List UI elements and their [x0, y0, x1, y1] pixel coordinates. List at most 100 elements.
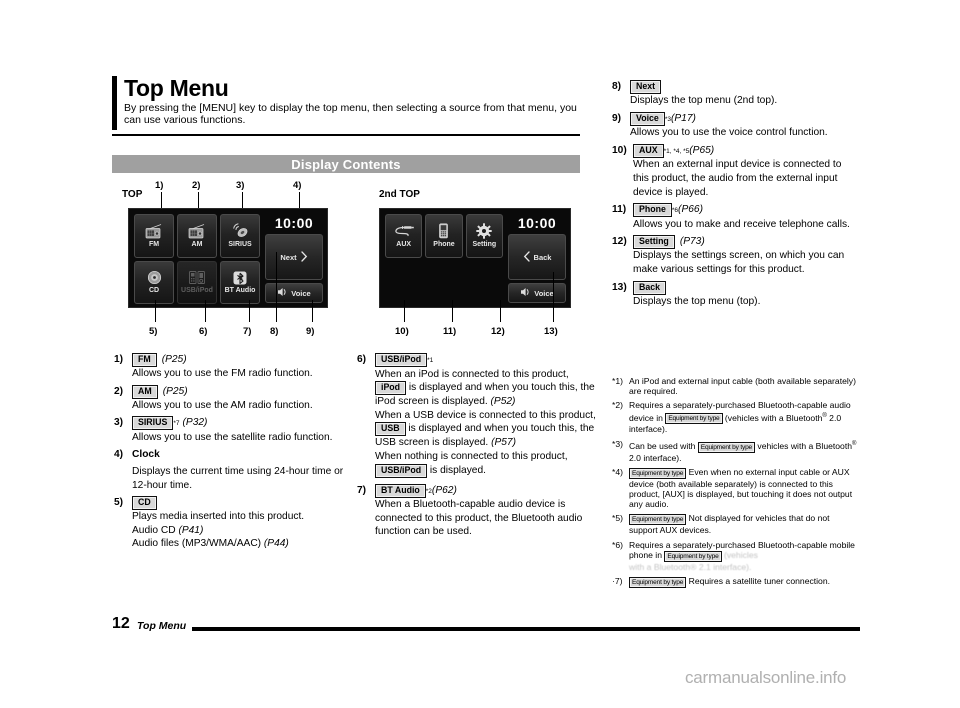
footnote-text: Can be used with Equipment by type vehic…: [629, 439, 860, 463]
gear-icon: [476, 223, 493, 240]
tile-label: Setting: [472, 240, 497, 248]
key-next: Next: [630, 80, 662, 94]
text-run: (vehicles with a Bluetooth: [722, 412, 823, 423]
text-run: Can be used with: [629, 440, 698, 451]
aux-plug-icon: [393, 223, 415, 240]
disc-icon: [146, 269, 163, 286]
next-button-label: Next: [280, 252, 297, 262]
title-divider: [112, 134, 580, 136]
item-number: 13): [612, 281, 627, 293]
item-number: 10): [612, 144, 627, 156]
top-tile-grid: FM AM SIRIUS CD USB/iPod BT Audio: [129, 209, 263, 307]
footnote-item: *5) Equipment by type Not displayed for v…: [612, 513, 860, 535]
key-phone: Phone: [633, 203, 672, 218]
tile-label: SIRIUS: [228, 240, 252, 248]
leader-line-8: [276, 252, 277, 322]
item-number: 6): [357, 354, 367, 365]
callout-9: 9): [306, 326, 315, 337]
key-setting: Setting: [633, 235, 675, 250]
back-button[interactable]: Back: [508, 234, 566, 280]
item-description: Plays media inserted into this product.: [132, 511, 305, 523]
page-title: Top Menu: [124, 75, 229, 101]
head-unit-screen-top: FM AM SIRIUS CD USB/iPod BT Audio 10:00 …: [128, 208, 328, 308]
top-side-panel: 10:00 Next Voice: [263, 209, 327, 307]
voice-button[interactable]: Voice: [265, 283, 323, 303]
description-column-1: 1) FM (P25) Allows you to use the FM rad…: [114, 353, 346, 555]
tile-usb-ipod[interactable]: USB/iPod: [177, 260, 217, 304]
item-description: Allows you to use the FM radio function.: [132, 368, 313, 379]
callout-11: 11): [443, 326, 457, 337]
footnote-faded-text: with a Bluetooth® 2.1 interface).: [629, 561, 752, 572]
empty-tile-slot: [425, 261, 462, 305]
tile-sirius[interactable]: SIRIUS: [220, 214, 260, 258]
text-run: vehicles with a Bluetooth: [755, 440, 852, 451]
item-description-paragraph-3: When nothing is connected to this produc…: [357, 450, 597, 478]
footnote-item: ·7) Equipment by type Requires a satellit…: [612, 576, 860, 588]
tile-bt-audio[interactable]: BT Audio: [220, 260, 260, 304]
tile-am[interactable]: AM: [177, 214, 217, 258]
page-ref: (P25): [161, 354, 187, 365]
description-column-3: 8) Next Displays the top menu (2nd top).…: [612, 80, 860, 312]
page-intro: By pressing the [MENU] key to display th…: [124, 102, 577, 127]
callout-3: 3): [236, 180, 245, 191]
voice-icon: [520, 287, 531, 299]
key-equipment-by-type: Equipment by type: [629, 467, 687, 479]
tile-cd[interactable]: CD: [134, 260, 174, 304]
empty-tile-slot: [466, 261, 503, 305]
leader-line-7: [249, 300, 250, 322]
item-description-paragraph-1: When an iPod is connected to this produc…: [357, 368, 597, 409]
tile-fm[interactable]: FM: [134, 214, 174, 258]
footnote-marker: *2): [612, 400, 623, 411]
footnote-marker: ·7): [612, 575, 623, 586]
empty-tile-slot: [385, 261, 422, 305]
item-number: 5): [114, 497, 124, 509]
voice-icon: [277, 287, 288, 299]
footnote-text: Requires a separately-purchased Bluetoot…: [629, 400, 860, 434]
tile-phone[interactable]: Phone: [425, 214, 463, 258]
item-description: Displays the current time using 24-hour …: [132, 465, 344, 491]
head-unit-screen-2nd-top: AUX Phone Setting 10:00 Back Voice: [379, 208, 571, 308]
item-number: 12): [612, 236, 627, 248]
description-item-3: 3) SIRIUS *7 (P32) Allows you to use the…: [114, 416, 346, 444]
text-run: is displayed and when you touch this, th…: [375, 382, 595, 408]
item-description: Allows you to use the voice control func…: [630, 127, 828, 139]
section-header-label: Display Contents: [291, 156, 401, 172]
page-ref: (P62): [431, 484, 457, 496]
figure-label-top: TOP: [122, 189, 143, 200]
item-number: 3): [114, 417, 124, 429]
callout-8: 8): [270, 326, 279, 337]
voice-button[interactable]: Voice: [508, 283, 566, 303]
item-description: When an external input device is connect…: [633, 159, 842, 198]
audio-cd-text: Audio CD: [132, 524, 179, 536]
description-item-6: 6) USB/iPod *1 When an iPod is connected…: [357, 353, 597, 478]
description-item-2: 2) AM (P25) Allows you to use the AM rad…: [114, 384, 346, 413]
usb-device-icon: [188, 269, 206, 286]
radio-icon: [144, 223, 164, 240]
leader-line-11: [452, 300, 453, 322]
description-item-7: 7) BT Audio *2 (P62) When a Bluetooth-cap…: [357, 483, 597, 539]
key-fm: FM: [132, 353, 157, 367]
item-number: 1): [114, 354, 124, 365]
footnote-text: Requires a separately-purchased Bluetoot…: [629, 540, 860, 572]
footnote-ref: *1, *4, *5: [663, 147, 690, 155]
item-description: Allows you to use the AM radio function.: [132, 399, 313, 411]
page-ref: (P32): [182, 417, 208, 429]
footnote-item: *4) Equipment by type Even when no extern…: [612, 467, 860, 510]
second-top-side-panel: 10:00 Back Voice: [506, 209, 570, 307]
item-description: Allows you to make and receive telephone…: [633, 218, 850, 230]
footnote-marker: *1): [612, 376, 623, 386]
page-ref: (P66): [678, 204, 703, 216]
callout-10: 10): [395, 326, 409, 337]
next-button[interactable]: Next: [265, 234, 323, 280]
radio-icon: [187, 223, 207, 240]
page-ref: (P41): [178, 524, 204, 536]
tile-label: FM: [148, 240, 160, 248]
callout-6: 6): [199, 326, 208, 337]
description-item-9: 9) Voice *3 (P17) Allows you to use the v…: [612, 111, 860, 140]
mobile-phone-icon: [437, 223, 450, 240]
description-column-2: 6) USB/iPod *1 When an iPod is connected…: [357, 353, 597, 543]
tile-setting[interactable]: Setting: [465, 214, 503, 258]
page-ref: (P25): [162, 385, 188, 397]
page-title-block: Top Menu By pressing the [MENU] key to d…: [112, 76, 580, 130]
tile-aux[interactable]: AUX: [385, 214, 423, 258]
